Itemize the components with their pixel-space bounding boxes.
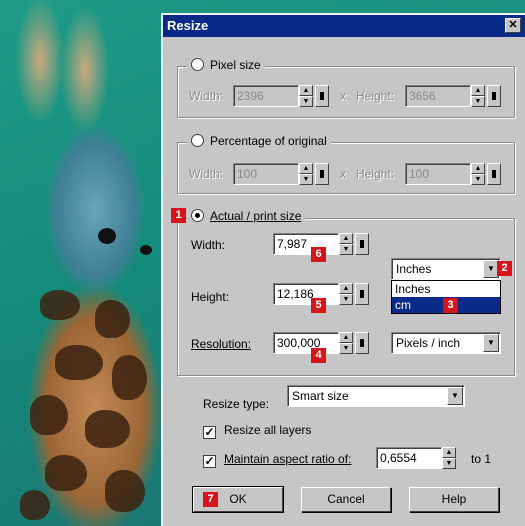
dialog-titlebar: Resize ✕ <box>163 15 525 37</box>
pixel-size-radio[interactable] <box>191 58 204 71</box>
chevron-down-icon[interactable]: ▼ <box>447 387 463 405</box>
slider-icon <box>487 85 501 107</box>
percent-height-label: Height: <box>356 167 395 181</box>
resize-type-label: Resize type: <box>203 397 270 411</box>
spin-down-icon: ▼ <box>471 174 485 185</box>
actual-print-label: Actual / print size <box>210 209 302 223</box>
pixel-size-label: Pixel size <box>210 58 261 72</box>
spin-up-icon[interactable]: ▲ <box>339 233 353 244</box>
percentage-radio[interactable] <box>191 134 204 147</box>
print-width-label: Width: <box>191 238 226 252</box>
spin-up-icon[interactable]: ▲ <box>339 283 353 294</box>
pixel-height-label: Height: <box>356 89 395 103</box>
resolution-unit-value: Pixels / inch <box>396 336 461 350</box>
dialog-title: Resize <box>167 18 209 33</box>
actual-print-radio[interactable] <box>191 209 204 222</box>
spin-down-icon[interactable]: ▼ <box>339 343 353 354</box>
spin-down-icon: ▼ <box>299 96 313 107</box>
spin-up-icon: ▲ <box>471 163 485 174</box>
print-height-input[interactable]: 12,186 <box>273 283 339 305</box>
aspect-ratio-input[interactable]: 0,6554 <box>376 447 442 469</box>
pixel-width-spinner: ▲ ▼ <box>299 85 331 107</box>
slider-icon <box>487 163 501 185</box>
resolution-label: Resolution: <box>191 337 252 351</box>
cancel-label: Cancel <box>327 492 365 506</box>
callout-1: 1 <box>171 208 186 223</box>
spin-up-icon: ▲ <box>299 163 313 174</box>
percentage-label: Percentage of original <box>210 134 327 148</box>
spin-up-icon[interactable]: ▲ <box>442 447 456 458</box>
spin-down-icon[interactable]: ▼ <box>442 458 456 469</box>
resolution-spinner[interactable]: ▲ ▼ <box>339 332 371 354</box>
chevron-down-icon[interactable]: ▼ <box>483 334 499 352</box>
to-one-label: to 1 <box>471 452 492 466</box>
percent-width-spinner: ▲ ▼ <box>299 163 331 185</box>
check-icon[interactable]: ✓ <box>203 455 216 468</box>
resize-all-layers-option[interactable]: ✓ Resize all layers <box>203 422 312 439</box>
aspect-ratio-spinner[interactable]: ▲ ▼ <box>442 447 458 469</box>
print-width-spinner[interactable]: ▲ ▼ <box>339 233 371 255</box>
callout-7: 7 <box>203 492 218 507</box>
pixel-x-separator: x <box>340 89 346 103</box>
resize-all-layers-label: Resize all layers <box>224 423 312 437</box>
actual-print-option[interactable]: Actual / print size <box>187 208 306 224</box>
close-button[interactable]: ✕ <box>505 18 521 33</box>
spin-up-icon: ▲ <box>471 85 485 96</box>
callout-3: 3 <box>443 298 458 313</box>
pixel-size-option[interactable]: Pixel size <box>187 57 265 73</box>
percentage-option[interactable]: Percentage of original <box>187 133 331 149</box>
slider-icon <box>315 85 329 107</box>
check-icon[interactable]: ✓ <box>203 426 216 439</box>
slider-icon <box>315 163 329 185</box>
spin-up-icon: ▲ <box>299 85 313 96</box>
percent-x-separator: x <box>340 167 346 181</box>
maintain-aspect-option[interactable]: ✓ Maintain aspect ratio of: <box>203 451 352 468</box>
slider-icon[interactable] <box>355 332 369 354</box>
slider-icon[interactable] <box>355 233 369 255</box>
print-height-label: Height: <box>191 290 230 304</box>
spin-down-icon[interactable]: ▼ <box>339 294 353 305</box>
callout-4: 4 <box>311 348 326 363</box>
unit-option-inches[interactable]: Inches <box>392 281 500 297</box>
percent-width-input: 100 <box>233 163 299 185</box>
resize-type-value: Smart size <box>292 389 349 403</box>
spin-up-icon[interactable]: ▲ <box>339 332 353 343</box>
percent-width-label: Width: <box>189 167 224 181</box>
print-height-spinner[interactable]: ▲ ▼ <box>339 283 371 305</box>
close-icon: ✕ <box>508 19 518 31</box>
spin-down-icon[interactable]: ▼ <box>339 244 353 255</box>
slider-icon[interactable] <box>355 283 369 305</box>
resize-type-select[interactable]: Smart size ▼ <box>287 385 465 407</box>
pixel-width-input: 2396 <box>233 85 299 107</box>
help-button[interactable]: Help <box>409 487 499 512</box>
pixel-width-label: Width: <box>189 89 224 103</box>
pixel-height-spinner: ▲ ▼ <box>471 85 503 107</box>
percent-height-input: 100 <box>405 163 471 185</box>
print-width-input[interactable]: 7,987 <box>273 233 339 255</box>
resize-dialog: Resize ✕ Pixel size Width: 2396 ▲ ▼ x He… <box>161 13 525 526</box>
spin-down-icon: ▼ <box>299 174 313 185</box>
maintain-aspect-label: Maintain aspect ratio of: <box>224 452 352 466</box>
help-label: Help <box>441 492 467 506</box>
cancel-button[interactable]: Cancel <box>301 487 391 512</box>
percent-height-spinner: ▲ ▼ <box>471 163 503 185</box>
spin-down-icon: ▼ <box>471 96 485 107</box>
ok-label: OK <box>229 492 247 506</box>
callout-2: 2 <box>497 261 512 276</box>
resolution-unit-select[interactable]: Pixels / inch ▼ <box>391 332 501 354</box>
callout-5: 5 <box>311 298 326 313</box>
callout-6: 6 <box>311 247 326 262</box>
resolution-input[interactable]: 300,000 <box>273 332 339 354</box>
unit-select-value: Inches <box>396 262 432 276</box>
pixel-height-input: 3656 <box>405 85 471 107</box>
unit-select[interactable]: Inches ▼ <box>391 258 501 280</box>
